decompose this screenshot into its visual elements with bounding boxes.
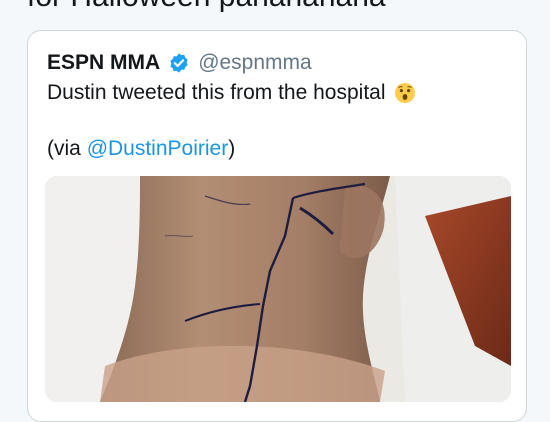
astonished-face-icon [394, 82, 416, 104]
quoted-tweet-text: Dustin tweeted this from the hospital [47, 81, 416, 105]
tweet-photo[interactable] [45, 176, 511, 402]
quoted-tweet-header: ESPN MMA @espnmma [47, 51, 312, 75]
quoted-tweet-card[interactable]: ESPN MMA @espnmma Dustin tweeted this fr… [27, 30, 527, 422]
author-handle[interactable]: @espnmma [198, 51, 312, 75]
via-suffix: ) [228, 137, 236, 160]
via-attribution: (via @DustinPoirier) [47, 137, 235, 161]
author-name[interactable]: ESPN MMA [47, 51, 160, 75]
tweet-body: Dustin tweeted this from the hospital [47, 81, 386, 104]
via-prefix: (via [47, 137, 87, 160]
verified-badge-icon [168, 52, 190, 74]
mention-link[interactable]: @DustinPoirier [87, 137, 229, 160]
photo-image [45, 176, 511, 402]
previous-tweet-text: for Halloween pahahahaha [27, 0, 386, 14]
